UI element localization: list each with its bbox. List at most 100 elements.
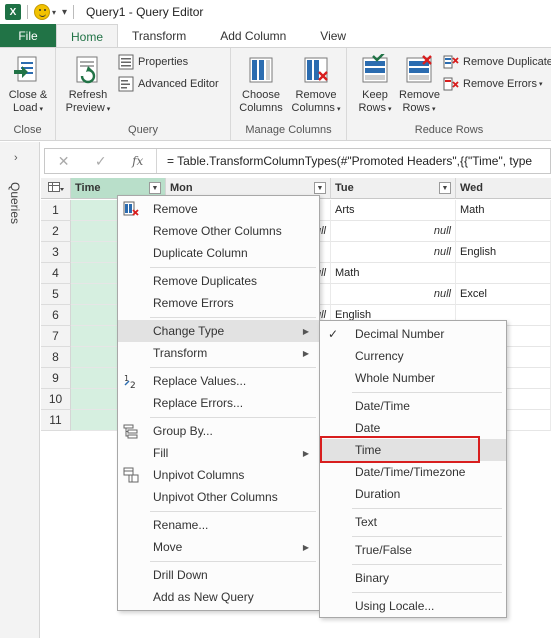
menu-item-label: Change Type	[153, 324, 225, 338]
close-load-button[interactable]: Close & Load ▾	[6, 54, 50, 116]
submenu-arrow-icon: ▶	[302, 448, 309, 458]
table-cell-tue[interactable]: null	[331, 221, 456, 242]
submenu-item-label: Currency	[355, 349, 404, 363]
table-cell-wed[interactable]: Math	[456, 200, 551, 221]
table-menu-header[interactable]	[41, 178, 71, 199]
menu-item-add-as-new-query[interactable]: Add as New Query	[118, 586, 319, 608]
row-number[interactable]: 2	[41, 221, 71, 242]
tab-transform[interactable]: Transform	[118, 24, 200, 48]
choose-columns-button[interactable]: Choose Columns	[237, 54, 285, 115]
menu-item-unpivot-other-columns[interactable]: Unpivot Other Columns	[118, 486, 319, 508]
row-number[interactable]: 9	[41, 368, 71, 389]
menu-item-replace-values[interactable]: 12 Replace Values...	[118, 370, 319, 392]
menu-item-label: Remove Errors	[153, 296, 234, 310]
confirm-formula-icon[interactable]: ✓	[95, 153, 107, 170]
column-header-wed[interactable]: Wed	[456, 178, 551, 199]
remove-rows-button[interactable]: Remove Rows ▾	[399, 54, 440, 116]
tab-view[interactable]: View	[300, 24, 360, 48]
table-cell-tue[interactable]: Math	[331, 263, 456, 284]
tab-add-column[interactable]: Add Column	[200, 24, 300, 48]
type-date-time-timezone[interactable]: Date/Time/Timezone	[320, 461, 506, 483]
type-currency[interactable]: Currency	[320, 345, 506, 367]
remove-rows-label-2: Rows ▾	[402, 102, 436, 114]
type-decimal-number[interactable]: ✓ Decimal Number	[320, 323, 506, 345]
tab-home[interactable]: Home	[56, 24, 119, 48]
menu-item-move[interactable]: Move ▶	[118, 536, 319, 558]
menu-item-replace-errors[interactable]: Replace Errors...	[118, 392, 319, 414]
menu-item-drill-down[interactable]: Drill Down	[118, 564, 319, 586]
remove-columns-label-2: Columns ▾	[291, 102, 341, 114]
row-number[interactable]: 10	[41, 389, 71, 410]
remove-columns-label: Remove	[295, 89, 337, 101]
row-number[interactable]: 11	[41, 410, 71, 431]
type-date[interactable]: Date	[320, 417, 506, 439]
remove-columns-button[interactable]: Remove Columns ▾	[289, 54, 343, 116]
remove-errors-caret[interactable]: ▾	[539, 80, 543, 88]
menu-item-label: Remove	[153, 202, 198, 216]
type-whole-number[interactable]: Whole Number	[320, 367, 506, 389]
refresh-preview-button[interactable]: Refresh Preview ▾	[62, 54, 114, 116]
cancel-formula-icon[interactable]: ✕	[58, 153, 70, 170]
menu-item-label: Remove Other Columns	[153, 224, 282, 238]
type-using-locale[interactable]: Using Locale...	[320, 595, 506, 617]
column-filter-dropdown-icon[interactable]: ▼	[439, 182, 451, 194]
row-number[interactable]: 5	[41, 284, 71, 305]
menu-item-unpivot-columns[interactable]: Unpivot Columns	[118, 464, 319, 486]
table-cell-wed[interactable]	[456, 221, 551, 242]
remove-duplicates-button[interactable]: Remove Duplicates	[443, 52, 551, 72]
fx-icon[interactable]: fx	[132, 154, 143, 168]
type-time[interactable]: Time	[320, 439, 506, 461]
row-number[interactable]: 8	[41, 347, 71, 368]
menu-item-remove-other-columns[interactable]: Remove Other Columns	[118, 220, 319, 242]
table-cell-wed[interactable]: Excel	[456, 284, 551, 305]
type-date-time[interactable]: Date/Time	[320, 395, 506, 417]
table-cell-wed[interactable]	[456, 263, 551, 284]
menu-item-remove-errors[interactable]: Remove Errors	[118, 292, 319, 314]
table-cell-tue[interactable]: null	[331, 284, 456, 305]
qat-customize-icon[interactable]: ▾	[62, 7, 67, 18]
advanced-editor-button[interactable]: Advanced Editor	[118, 74, 219, 94]
menu-item-rename[interactable]: Rename...	[118, 514, 319, 536]
close-load-label-2: Load ▾	[13, 102, 43, 114]
menu-item-group-by[interactable]: Group By...	[118, 420, 319, 442]
type-binary[interactable]: Binary	[320, 567, 506, 589]
menu-item-fill[interactable]: Fill ▶	[118, 442, 319, 464]
menu-item-remove-duplicates[interactable]: Remove Duplicates	[118, 270, 319, 292]
menu-item-label: Fill	[153, 446, 169, 460]
smiley-icon[interactable]	[34, 4, 50, 20]
type-duration[interactable]: Duration	[320, 483, 506, 505]
tab-file[interactable]: File	[0, 24, 56, 48]
queries-pane[interactable]: › Queries	[0, 142, 40, 638]
remove-errors-button[interactable]: Remove Errors ▾	[443, 74, 542, 94]
row-number[interactable]: 3	[41, 242, 71, 263]
menu-item-label: Replace Errors...	[153, 396, 244, 410]
formula-input[interactable]: = Table.TransformColumnTypes(#"Promoted …	[157, 154, 532, 168]
row-number[interactable]: 6	[41, 305, 71, 326]
submenu-item-label: Date/Time	[355, 399, 410, 413]
menu-item-change-type[interactable]: Change Type ▶	[118, 320, 319, 342]
qat-smiley-dropdown-icon[interactable]: ▾	[52, 8, 56, 17]
row-number[interactable]: 7	[41, 326, 71, 347]
excel-icon[interactable]: X	[5, 4, 21, 20]
table-cell-tue[interactable]: Arts	[331, 200, 456, 221]
expand-pane-icon[interactable]: ›	[14, 152, 18, 164]
menu-item-duplicate-column[interactable]: Duplicate Column	[118, 242, 319, 264]
table-cell-tue[interactable]: null	[331, 242, 456, 263]
type-text[interactable]: Text	[320, 511, 506, 533]
query-group: Refresh Preview ▾ Properties Advanced Edi…	[56, 48, 231, 140]
menu-separator	[150, 561, 316, 562]
row-number[interactable]: 4	[41, 263, 71, 284]
menu-separator	[150, 511, 316, 512]
remove-rows-label: Remove	[399, 89, 440, 101]
menu-item-remove[interactable]: Remove	[118, 198, 319, 220]
column-filter-dropdown-icon[interactable]: ▼	[149, 182, 161, 194]
column-header-tue[interactable]: Tue ▼	[331, 178, 456, 199]
menu-item-transform[interactable]: Transform ▶	[118, 342, 319, 364]
column-filter-dropdown-icon[interactable]: ▼	[314, 182, 326, 194]
close-group: Close & Load ▾ Close	[0, 48, 56, 140]
properties-button[interactable]: Properties	[118, 52, 188, 72]
table-cell-wed[interactable]: English	[456, 242, 551, 263]
row-number[interactable]: 1	[41, 200, 71, 221]
type-true-false[interactable]: True/False	[320, 539, 506, 561]
keep-rows-button[interactable]: Keep Rows ▾	[355, 51, 395, 116]
